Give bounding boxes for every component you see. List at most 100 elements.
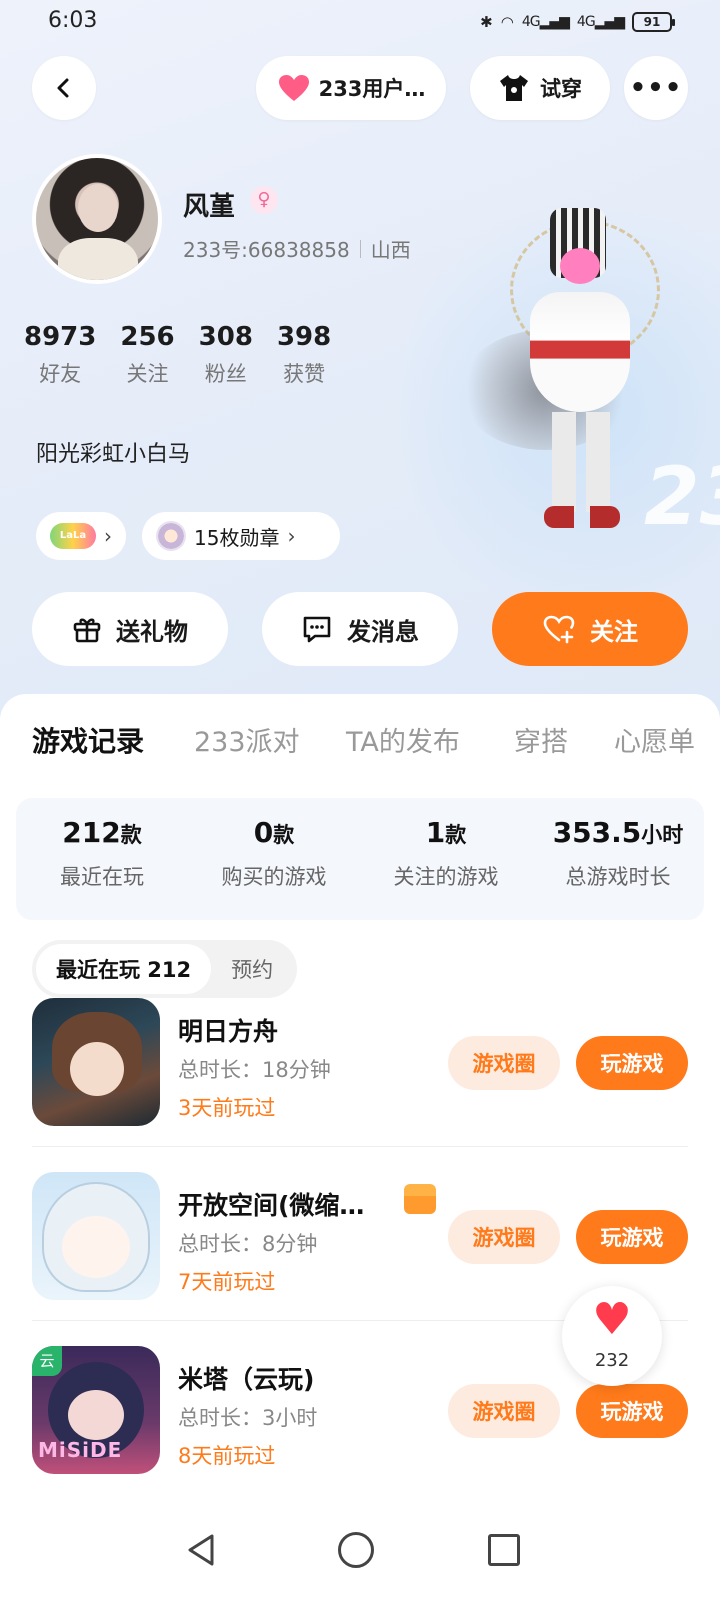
bluetooth-icon: ✱ [480, 13, 493, 31]
stat-label: 关注 [126, 362, 169, 386]
icon-art-face [68, 1390, 124, 1440]
stat-number: 308 [198, 322, 253, 352]
gift-badge-icon [404, 1184, 436, 1214]
233-watermark: 233 [644, 450, 720, 543]
signal-icon-2: 4G▂▄▆ [576, 14, 625, 30]
stat-fans[interactable]: 308 粉丝 [199, 322, 253, 388]
game-summary: 212款 最近在玩 0款 购买的游戏 1款 关注的游戏 353.5小时 总游戏时… [16, 798, 704, 920]
summary-followed[interactable]: 1款 关注的游戏 [360, 798, 532, 920]
subtab-reserve[interactable]: 预约 [211, 944, 293, 994]
chevron-right-icon: › [287, 524, 296, 548]
game-circle-button[interactable]: 游戏圈 [448, 1384, 560, 1438]
icon-art-face [62, 1216, 130, 1278]
stat-friends[interactable]: 8973 好友 [24, 322, 96, 388]
subtab-recent[interactable]: 最近在玩 212 [36, 944, 212, 994]
chevron-right-icon: › [104, 524, 112, 548]
icon-art-face [70, 1042, 124, 1096]
status-bar: 6:03 ✱ ◠ 4G▂▄▆ 4G▂▄▆ 91 [0, 0, 720, 46]
avatar[interactable] [32, 154, 162, 284]
summary-label: 总游戏时长 [565, 865, 671, 889]
more-button[interactable]: ••• [624, 56, 688, 120]
medals-chip[interactable]: 15枚勋章 › [142, 512, 340, 560]
game-name: 米塔（云玩) [178, 1365, 315, 1394]
play-game-button[interactable]: 玩游戏 [576, 1210, 688, 1264]
game-icon [32, 1172, 160, 1300]
username: 风堇 [183, 192, 236, 222]
floating-like-button[interactable]: ♥ 232 [562, 1286, 662, 1386]
battery-icon: 91 [632, 12, 675, 32]
stat-number: 398 [276, 322, 332, 352]
brand-logo-icon: LaLa [50, 523, 96, 549]
game-row[interactable]: 开放空间(微缩… 总时长：8分钟 7天前玩过 游戏圈 玩游戏 [32, 1172, 688, 1302]
female-gender-icon: ♀ [250, 186, 278, 214]
figure-legs [552, 412, 610, 512]
user-id: 233号:66838858 [183, 238, 350, 262]
medals-label: 15枚勋章 [194, 525, 280, 550]
avatar-dress [58, 238, 138, 280]
status-time: 6:03 [48, 8, 98, 33]
try-on-button[interactable]: 试穿 [470, 56, 610, 120]
message-icon [303, 616, 331, 643]
avatar-face [78, 184, 118, 232]
figure-shoes [544, 506, 620, 528]
play-game-button[interactable]: 玩游戏 [576, 1384, 688, 1438]
play-game-button[interactable]: 玩游戏 [576, 1036, 688, 1090]
summary-value: 0款 [253, 816, 295, 849]
heart-icon [278, 75, 309, 101]
back-button[interactable] [32, 56, 96, 120]
game-icon [32, 998, 160, 1126]
medal-icon [156, 521, 186, 551]
system-nav-bar [0, 1500, 720, 1600]
tab-game-records[interactable]: 游戏记录 [32, 720, 144, 760]
send-message-label: 发消息 [347, 617, 419, 646]
game-last-played: 8天前玩过 [178, 1444, 276, 1468]
summary-recent[interactable]: 212款 最近在玩 [16, 798, 188, 920]
summary-value: 1款 [425, 816, 467, 849]
game-circle-button[interactable]: 游戏圈 [448, 1210, 560, 1264]
game-duration: 总时长：8分钟 [178, 1232, 318, 1256]
send-message-button[interactable]: 发消息 [262, 592, 458, 666]
tab-posts[interactable]: TA的发布 [346, 720, 460, 759]
send-gift-button[interactable]: 送礼物 [32, 592, 228, 666]
stat-number: 256 [120, 322, 175, 352]
content-sheet: 游戏记录 233派对 TA的发布 穿搭 心愿单 212款 最近在玩 0款 购买的… [0, 694, 720, 1600]
stat-following[interactable]: 256 关注 [120, 322, 174, 388]
user-region: 山西 [370, 238, 411, 262]
send-gift-label: 送礼物 [116, 617, 188, 646]
nav-back-icon[interactable] [180, 1528, 224, 1572]
profile-header: 6:03 ✱ ◠ 4G▂▄▆ 4G▂▄▆ 91 233用户… 试穿 ••• 风堇… [0, 0, 720, 720]
game-circle-button[interactable]: 游戏圈 [448, 1036, 560, 1090]
bio-text: 阳光彩虹小白马 [36, 442, 191, 467]
fans-group-label: 233用户… [318, 77, 426, 101]
heart-icon: ♥ [592, 1294, 632, 1345]
summary-value: 212款 [62, 816, 142, 849]
tab-bar: 游戏记录 233派对 TA的发布 穿搭 心愿单 [0, 720, 720, 808]
tab-outfits[interactable]: 穿搭 [514, 720, 568, 759]
game-duration: 总时长：18分钟 [178, 1058, 331, 1082]
fans-group-button[interactable]: 233用户… [256, 56, 446, 120]
tab-wishlist[interactable]: 心愿单 [614, 720, 695, 759]
summary-label: 购买的游戏 [221, 865, 327, 889]
stat-label: 好友 [39, 362, 82, 386]
more-icon: ••• [629, 73, 683, 103]
stat-likes[interactable]: 398 获赞 [277, 322, 331, 388]
follow-button[interactable]: 关注 [492, 592, 688, 666]
chevron-left-icon [57, 78, 69, 98]
brand-badge-chip[interactable]: LaLa › [36, 512, 126, 560]
nav-home-icon[interactable] [338, 1532, 374, 1568]
try-on-label: 试穿 [540, 77, 582, 101]
separator [359, 239, 361, 258]
nav-recents-icon[interactable] [488, 1534, 520, 1566]
summary-label: 关注的游戏 [393, 865, 499, 889]
stat-label: 获赞 [283, 362, 326, 386]
summary-purchased[interactable]: 0款 购买的游戏 [188, 798, 360, 920]
game-name: 明日方舟 [178, 1017, 279, 1046]
summary-playtime[interactable]: 353.5小时 总游戏时长 [532, 798, 704, 920]
game-row[interactable]: 明日方舟 总时长：18分钟 3天前玩过 游戏圈 玩游戏 [32, 998, 688, 1128]
subtab-group: 最近在玩 212 预约 [32, 940, 298, 998]
heart-plus-icon [543, 615, 575, 644]
tshirt-icon [500, 75, 528, 101]
game-last-played: 3天前玩过 [178, 1096, 276, 1120]
stat-label: 粉丝 [204, 362, 247, 386]
tab-233-party[interactable]: 233派对 [194, 720, 300, 759]
